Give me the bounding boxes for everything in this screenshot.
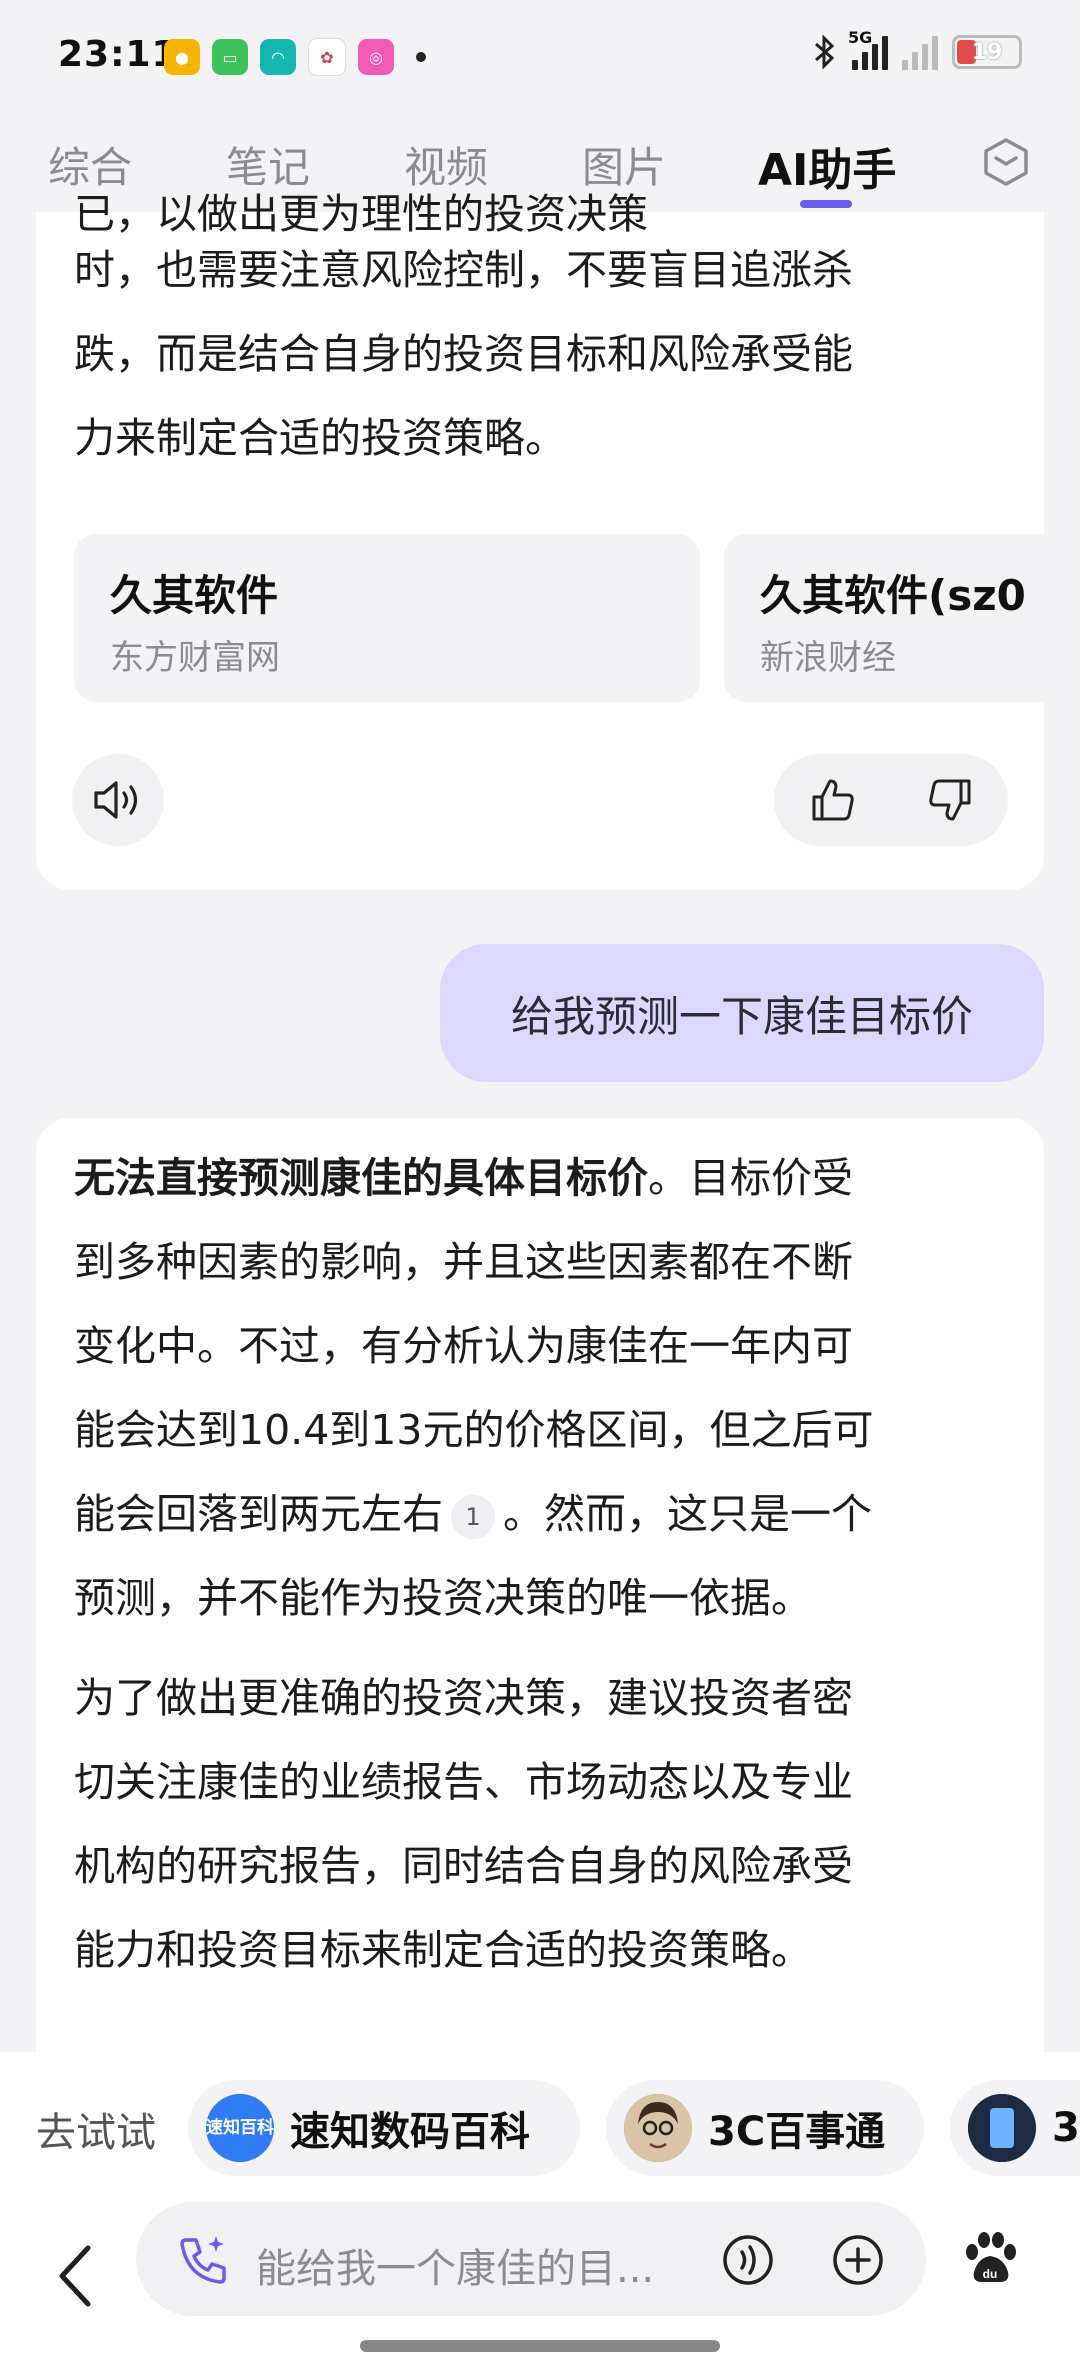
app-icon-4: ✿ [308, 38, 346, 76]
source-card[interactable]: 久其软件(sz0 新浪财经 [724, 534, 1044, 702]
signal-icon: 5G [848, 28, 888, 70]
user-message-bubble: 给我预测一下康佳目标价 [440, 944, 1044, 1082]
ai-answer-card: 已，以做出更为理性的投资决策 时，也需要注意风险控制，不要盲目追涨杀 跌，而是结… [36, 190, 1044, 890]
phone-avatar-icon [968, 2094, 1036, 2162]
feedback-buttons [774, 754, 1008, 846]
app-icon-1: ● [164, 39, 200, 75]
agent-avatar: 速知百科 [206, 2094, 274, 2162]
phone-call-icon[interactable] [176, 2232, 232, 2288]
svg-text:du: du [983, 2267, 998, 2281]
read-aloud-button[interactable] [72, 754, 164, 846]
source-card[interactable]: 久其软件 东方财富网 [74, 534, 700, 702]
back-arrow-icon[interactable] [46, 2228, 106, 2324]
clock: 23:11 [58, 34, 178, 75]
answer-lead: 无法直接预测康佳的具体目标价 [74, 1154, 648, 1202]
voice-icon[interactable] [720, 2232, 776, 2288]
bluetooth-icon [815, 34, 835, 70]
thumbs-up-icon[interactable] [808, 775, 858, 825]
add-icon[interactable] [830, 2232, 886, 2288]
baidu-paw-icon[interactable]: du [960, 2228, 1020, 2288]
battery-level: 19 [971, 39, 1003, 65]
agent-chip[interactable]: 3C百事通 [606, 2080, 924, 2176]
answer-text: 时，也需要注意风险控制，不要盲目追涨杀 跌，而是结合自身的投资目标和风险承受能 … [74, 246, 853, 462]
agent-chip[interactable]: 3 [950, 2080, 1080, 2176]
status-bar: 23:11 ● ▭ ◠ ✿ ◎ 5G 19 [0, 0, 1080, 120]
avatar [968, 2094, 1036, 2162]
agent-chip[interactable]: 速知百科 速知数码百科 [188, 2080, 580, 2176]
input-placeholder: 能给我一个康佳的目... [256, 2246, 655, 2292]
battery-icon: 19 [952, 35, 1022, 69]
avatar [624, 2094, 692, 2162]
more-notifications-dot [416, 52, 426, 62]
person-avatar-icon [624, 2094, 692, 2162]
chat-input[interactable]: 能给我一个康佳的目... [136, 2202, 926, 2316]
citation-badge[interactable]: 1 [451, 1495, 495, 1539]
bottom-panel: 去试试 速知百科 速知数码百科 3C百事通 3 能给我一个康佳的目... du [0, 2052, 1080, 2376]
notification-icons: ● ▭ ◠ ✿ ◎ [164, 38, 426, 76]
network-type: 5G [848, 28, 873, 47]
answer-text: 无法直接预测康佳的具体目标价。目标价受 到多种因素的影响，并且这些因素都在不断 … [74, 1154, 874, 1974]
home-indicator[interactable] [360, 2340, 720, 2352]
speaker-icon [94, 781, 138, 819]
ai-answer-card: 无法直接预测康佳的具体目标价。目标价受 到多种因素的影响，并且这些因素都在不断 … [36, 1118, 1044, 2118]
app-icon-2: ▭ [212, 39, 248, 75]
try-label: 去试试 [36, 2110, 156, 2156]
thumbs-down-icon[interactable] [925, 775, 975, 825]
signal-icon-2 [902, 34, 938, 70]
app-icon-3: ◠ [260, 39, 296, 75]
app-icon-5: ◎ [358, 39, 394, 75]
